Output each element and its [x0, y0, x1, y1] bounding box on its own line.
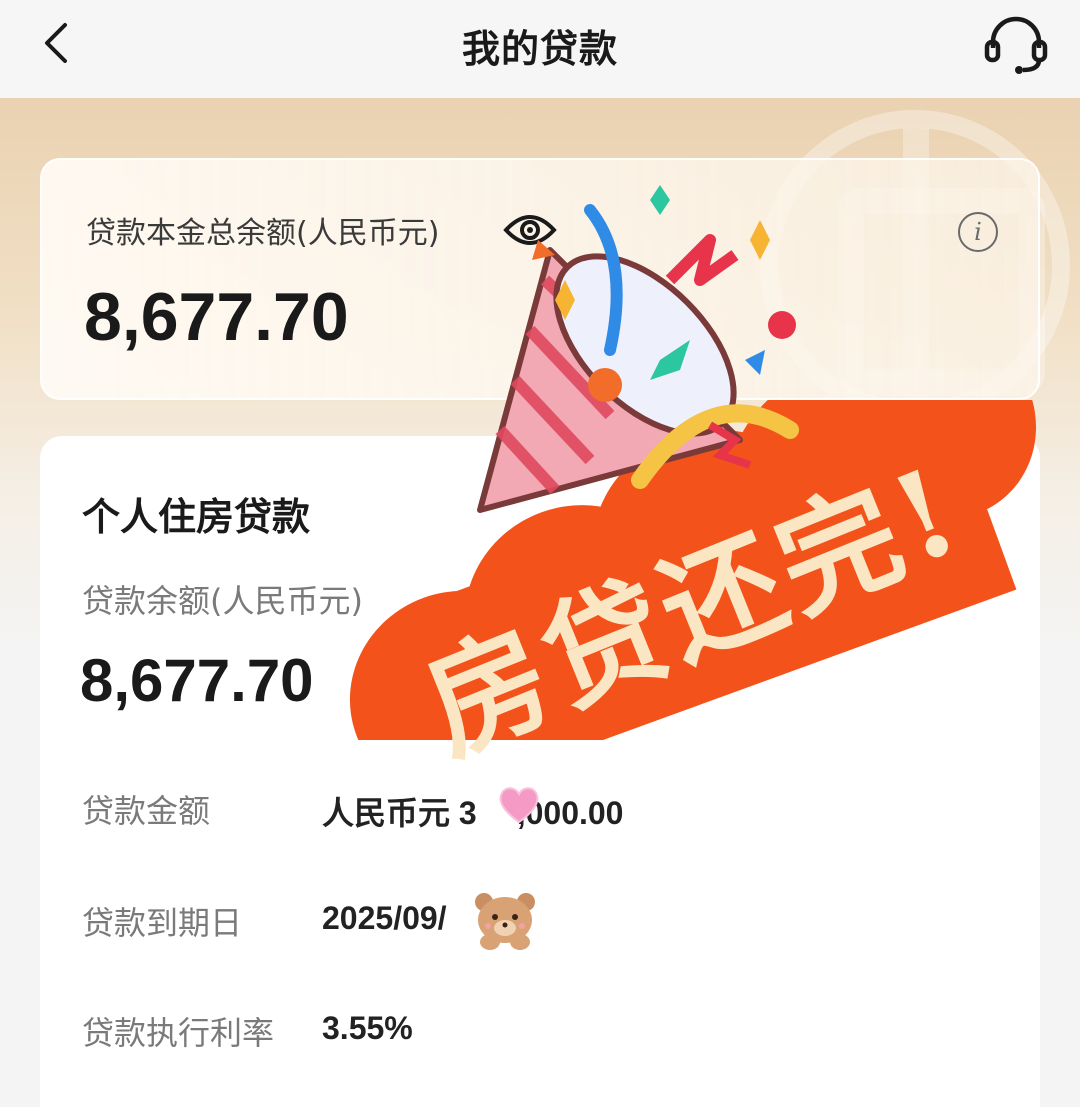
total-balance-amount: 8,677.70 — [84, 279, 349, 355]
maturity-date-value: 2025/09/ — [322, 900, 447, 936]
info-glyph: i — [974, 218, 982, 246]
interest-rate-value: 3.55% — [322, 1010, 413, 1046]
headset-icon — [984, 16, 1048, 74]
loan-type-title: 个人住房贷款 — [82, 495, 311, 539]
party-popper-icon — [477, 185, 799, 513]
page-title: 我的贷款 — [461, 26, 618, 71]
loan-balance-amount: 8,677.70 — [80, 647, 314, 714]
maturity-date-label: 贷款到期日 — [82, 904, 243, 942]
info-icon[interactable]: i — [958, 212, 998, 252]
bear-sticker-icon — [475, 893, 535, 950]
customer-service-button[interactable] — [978, 10, 1054, 80]
total-balance-label: 贷款本金总余额(人民币元) — [86, 216, 440, 251]
loan-amount-label: 贷款金额 — [82, 792, 211, 830]
interest-rate-label: 贷款执行利率 — [82, 1014, 275, 1052]
nav-bar: 我的贷款 — [0, 0, 1080, 98]
heart-sticker-icon — [499, 787, 539, 824]
